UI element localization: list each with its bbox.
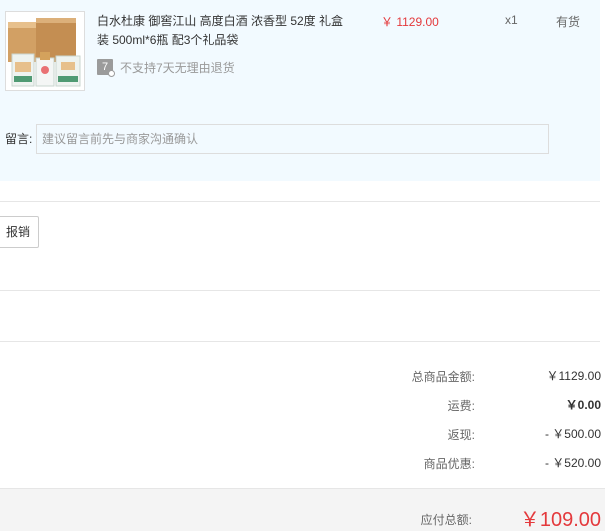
cashback-value: - ￥500.00 xyxy=(544,427,601,441)
cashback-label: 返现: xyxy=(447,428,475,442)
divider xyxy=(0,341,600,342)
remark-label: 留言: xyxy=(5,132,33,146)
shipping-label: 运费: xyxy=(447,399,475,413)
divider xyxy=(0,290,600,291)
divider xyxy=(0,201,600,202)
product-price: ￥ 1129.00 xyxy=(381,15,439,29)
shipping-value: ￥0.00 xyxy=(565,398,601,412)
product-thumbnail[interactable] xyxy=(5,11,85,91)
liquor-gift-box-image xyxy=(6,12,84,90)
total-bar: 应付总额: ￥109.00 xyxy=(0,488,605,531)
subtotal-label: 总商品金额: xyxy=(411,370,475,384)
product-title[interactable]: 白水杜康 御窖江山 高度白酒 浓香型 52度 礼盒装 500ml*6瓶 配3个礼… xyxy=(97,12,347,50)
discount-value: - ￥520.00 xyxy=(544,456,601,470)
return-policy: 7 不支持7天无理由退货 xyxy=(97,59,235,77)
return-policy-text: 不支持7天无理由退货 xyxy=(120,60,235,75)
total-value: ￥109.00 xyxy=(519,509,601,531)
total-label: 应付总额: xyxy=(420,513,472,527)
order-item-panel: 白水杜康 御窖江山 高度白酒 浓香型 52度 礼盒装 500ml*6瓶 配3个礼… xyxy=(0,0,600,181)
stock-status: 有货 xyxy=(556,15,581,29)
no-7day-return-icon: 7 xyxy=(97,59,115,77)
product-quantity: x1 xyxy=(505,13,518,27)
reimburse-button[interactable]: 报销 xyxy=(0,216,39,248)
discount-label: 商品优惠: xyxy=(423,457,475,471)
subtotal-value: ￥1129.00 xyxy=(546,369,602,383)
remark-input[interactable]: 建议留言前先与商家沟通确认 xyxy=(36,124,549,154)
